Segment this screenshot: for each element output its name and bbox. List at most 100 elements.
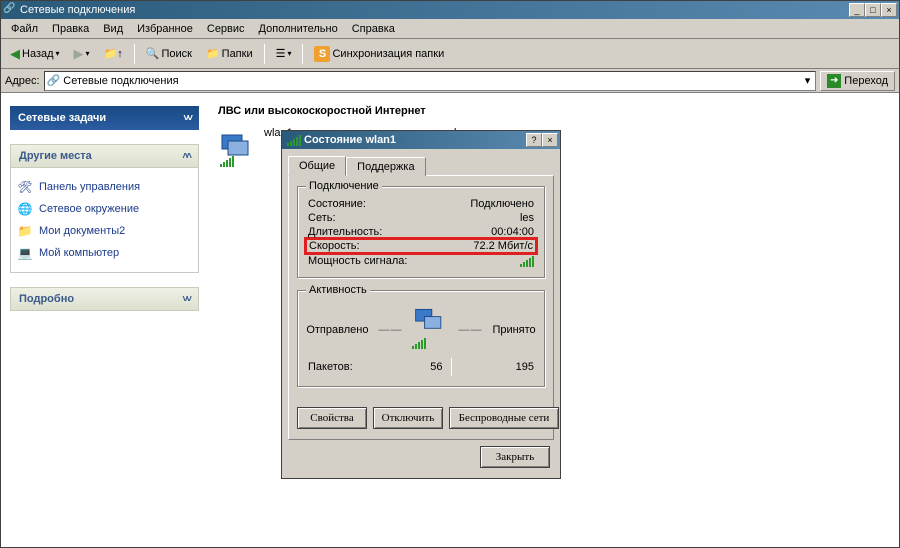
tab-support[interactable]: Поддержка bbox=[346, 157, 425, 176]
network-value: les bbox=[520, 212, 534, 224]
panel-title: Другие места bbox=[19, 150, 92, 162]
close-dialog-button[interactable]: Закрыть bbox=[480, 446, 550, 468]
details-header[interactable]: Подробно ˅˅ bbox=[10, 287, 199, 311]
forward-arrow-icon: ▶ bbox=[74, 46, 84, 62]
status-label: Состояние: bbox=[308, 198, 366, 210]
menu-tools[interactable]: Сервис bbox=[201, 21, 251, 37]
network-connections-icon: 🔗 bbox=[47, 74, 61, 87]
collapse-icon: ˅˅ bbox=[182, 294, 190, 305]
documents-icon: 📁 bbox=[17, 223, 33, 239]
speed-value: 72.2 Мбит/с bbox=[473, 240, 533, 252]
other-places-header[interactable]: Другие места ˄˄ bbox=[10, 144, 199, 168]
signal-bars-icon bbox=[287, 135, 301, 146]
address-bar: Адрес: 🔗 Сетевые подключения ▾ ➜ Переход bbox=[1, 69, 899, 93]
network-places-icon: 🌐 bbox=[17, 201, 33, 217]
sidebar-link-my-computer[interactable]: 💻 Мой компьютер bbox=[17, 242, 192, 264]
folders-button[interactable]: 📁 Папки bbox=[201, 43, 258, 65]
tab-content-general: Подключение Состояние: Подключено Сеть: … bbox=[288, 175, 554, 440]
address-label: Адрес: bbox=[5, 75, 40, 87]
sidebar-link-control-panel[interactable]: 🛠 Панель управления bbox=[17, 176, 192, 198]
toolbar-separator bbox=[134, 44, 135, 64]
up-button[interactable]: 📁↑ bbox=[99, 43, 128, 65]
signal-bars-icon bbox=[412, 338, 426, 349]
maximize-button[interactable]: □ bbox=[865, 3, 881, 17]
sidebar-link-label: Мой компьютер bbox=[39, 247, 119, 259]
sidebar-link-my-documents[interactable]: 📁 Мои документы2 bbox=[17, 220, 192, 242]
collapse-icon: ˅˅ bbox=[183, 113, 191, 124]
wireless-connection-icon bbox=[218, 127, 258, 167]
tab-general[interactable]: Общие bbox=[288, 156, 346, 176]
back-label: Назад bbox=[22, 48, 54, 60]
signal-label: Мощность сигнала: bbox=[308, 255, 407, 267]
menu-favorites[interactable]: Избранное bbox=[131, 21, 199, 37]
tab-strip: Общие Поддержка bbox=[288, 156, 554, 176]
menubar: Файл Правка Вид Избранное Сервис Дополни… bbox=[1, 19, 899, 39]
control-panel-icon: 🛠 bbox=[17, 179, 33, 195]
menu-extra[interactable]: Дополнительно bbox=[253, 21, 344, 37]
disable-button[interactable]: Отключить bbox=[373, 407, 443, 429]
packets-row: Пакетов: 56 195 bbox=[308, 358, 534, 376]
folders-icon: 📁 bbox=[206, 47, 220, 60]
groupbox-title: Подключение bbox=[306, 180, 382, 192]
views-icon: ☰ bbox=[276, 47, 286, 60]
duration-value: 00:04:00 bbox=[491, 226, 534, 238]
folder-up-icon: 📁↑ bbox=[104, 47, 123, 60]
other-places-body: 🛠 Панель управления 🌐 Сетевое окружение … bbox=[10, 168, 199, 273]
go-button[interactable]: ➜ Переход bbox=[820, 71, 895, 91]
sent-label: Отправлено bbox=[306, 324, 368, 336]
properties-button[interactable]: Свойства bbox=[297, 407, 367, 429]
toolbar-separator bbox=[264, 44, 265, 64]
received-label: Принято bbox=[492, 324, 535, 336]
close-button[interactable]: × bbox=[881, 3, 897, 17]
dialog-titlebar[interactable]: Состояние wlan1 ? × bbox=[282, 131, 560, 149]
go-arrow-icon: ➜ bbox=[827, 74, 841, 88]
sync-label: Синхронизация папки bbox=[332, 48, 444, 60]
dialog-close-button[interactable]: × bbox=[542, 133, 558, 147]
packets-sent-value: 56 bbox=[368, 361, 451, 373]
address-input[interactable]: 🔗 Сетевые подключения ▾ bbox=[44, 71, 817, 91]
window-title: Сетевые подключения bbox=[20, 4, 849, 16]
menu-edit[interactable]: Правка bbox=[46, 21, 95, 37]
dash-icon: —— bbox=[458, 324, 482, 336]
wireless-networks-button[interactable]: Беспроводные сети bbox=[449, 407, 559, 429]
panel-title: Подробно bbox=[19, 293, 74, 305]
menu-view[interactable]: Вид bbox=[97, 21, 129, 37]
activity-groupbox: Активность Отправлено —— —— Принято Паке… bbox=[297, 290, 545, 387]
dialog-help-button[interactable]: ? bbox=[526, 133, 542, 147]
search-button[interactable]: 🔍 Поиск bbox=[141, 43, 197, 65]
menu-file[interactable]: Файл bbox=[5, 21, 44, 37]
sidebar-link-network-places[interactable]: 🌐 Сетевое окружение bbox=[17, 198, 192, 220]
sidebar-link-label: Мои документы2 bbox=[39, 225, 125, 237]
sync-icon: S bbox=[314, 46, 330, 62]
back-arrow-icon: ◀ bbox=[10, 46, 20, 62]
collapse-icon: ˄˄ bbox=[182, 151, 190, 162]
signal-bars-icon bbox=[220, 156, 234, 167]
dropdown-icon[interactable]: ▾ bbox=[802, 74, 814, 87]
network-tasks-header[interactable]: Сетевые задачи ˅˅ bbox=[10, 106, 199, 130]
window-titlebar[interactable]: 🔗 Сетевые подключения _ □ × bbox=[1, 1, 899, 19]
go-label: Переход bbox=[844, 75, 888, 87]
computer-icon: 💻 bbox=[17, 245, 33, 261]
status-value: Подключено bbox=[470, 198, 534, 210]
panel-title: Сетевые задачи bbox=[18, 112, 106, 124]
dash-icon: —— bbox=[378, 324, 402, 336]
forward-button[interactable]: ▶ ▾ bbox=[69, 43, 95, 65]
chevron-down-icon: ▾ bbox=[86, 49, 90, 58]
menu-help[interactable]: Справка bbox=[346, 21, 401, 37]
views-button[interactable]: ☰ ▾ bbox=[271, 43, 297, 65]
minimize-button[interactable]: _ bbox=[849, 3, 865, 17]
address-value: Сетевые подключения bbox=[63, 75, 178, 87]
activity-diagram: Отправлено —— —— Принято bbox=[308, 301, 534, 358]
speed-label: Скорость: bbox=[309, 240, 360, 252]
sync-button[interactable]: S Синхронизация папки bbox=[309, 43, 449, 65]
packets-label: Пакетов: bbox=[308, 361, 368, 373]
network-connections-icon: 🔗 bbox=[3, 3, 17, 17]
sidebar: Сетевые задачи ˅˅ Другие места ˄˄ 🛠 Пане… bbox=[1, 93, 208, 547]
folders-label: Папки bbox=[222, 48, 253, 60]
status-dialog: Состояние wlan1 ? × Общие Поддержка Подк… bbox=[281, 130, 561, 479]
chevron-down-icon: ▾ bbox=[287, 49, 291, 58]
back-button[interactable]: ◀ Назад ▾ bbox=[5, 43, 65, 65]
network-tasks-panel: Сетевые задачи ˅˅ bbox=[9, 105, 200, 131]
dialog-button-row: Свойства Отключить Беспроводные сети bbox=[297, 399, 545, 429]
dialog-body: Общие Поддержка Подключение Состояние: П… bbox=[282, 149, 560, 478]
